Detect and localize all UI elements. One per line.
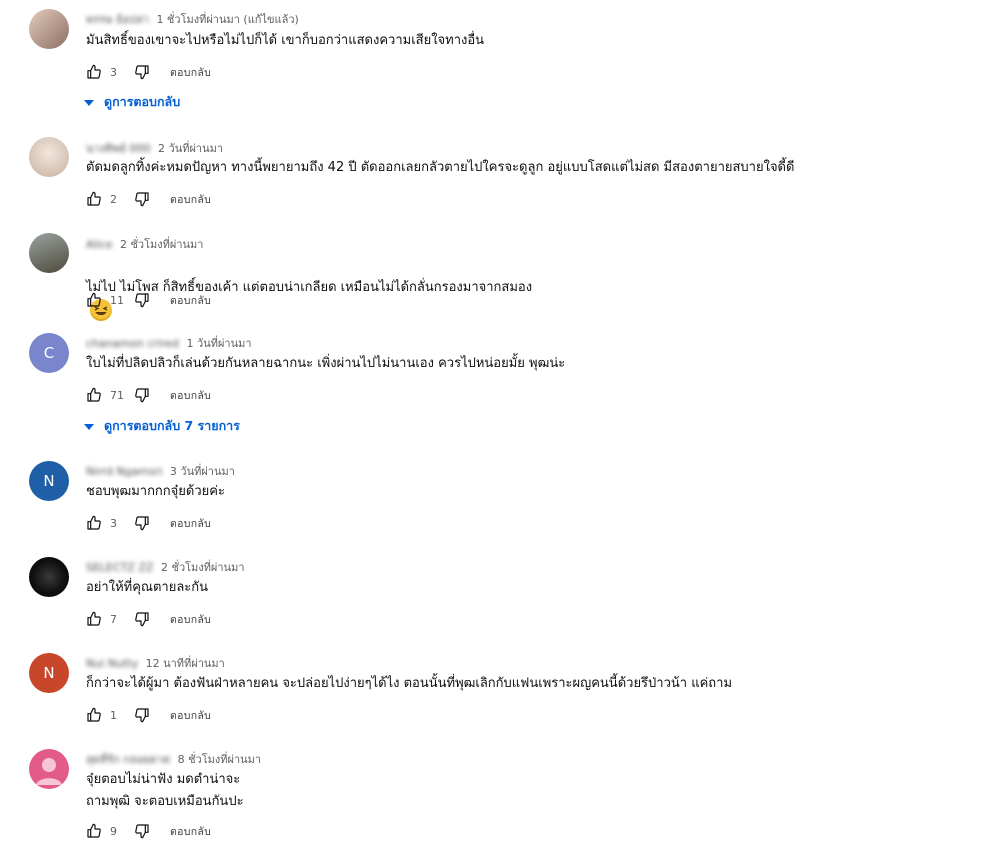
comment-text: ใบไม่ที่ปลิดปลิวก็เล่นด้วยกันหลายฉากนะ เ… <box>86 356 566 371</box>
dislike-icon[interactable] <box>134 823 150 839</box>
author-name[interactable]: Nui Nutty <box>86 657 138 670</box>
comment-actions: 2 ตอบกลับ <box>86 189 211 209</box>
comment-meta: นางทิพย์ 000 2 วันที่ผ่านมา <box>86 139 223 157</box>
comment-meta: Nirrd Ngamsri 3 วันที่ผ่านมา <box>86 462 235 480</box>
comment-meta: พรรษ อ้อปล่า 1 ชั่วโมงที่ผ่านมา (แก้ไขแล… <box>86 10 299 28</box>
comment-text: จุ๋ยตอบไม่น่าฟัง มดตำน่าจะ ถามพุฒิ จะตอบ… <box>86 772 244 809</box>
like-count: 1 <box>110 708 117 722</box>
avatar[interactable]: N <box>29 653 69 693</box>
like-icon[interactable] <box>86 823 102 839</box>
like-count: 71 <box>110 388 124 402</box>
like-icon[interactable] <box>86 515 102 531</box>
avatar[interactable] <box>29 557 69 597</box>
comment-meta: chanamon crired 1 วันที่ผ่านมา <box>86 334 252 352</box>
comment-actions: 11 ตอบกลับ <box>86 290 211 310</box>
like-icon[interactable] <box>86 387 102 403</box>
reply-button[interactable]: ตอบกลับ <box>170 707 211 724</box>
comment-meta: สุดที่รัก กลอยดาด 8 ชั่วโมงที่ผ่านมา <box>86 750 261 768</box>
comment-time[interactable]: 3 วันที่ผ่านมา <box>170 465 235 478</box>
avatar[interactable]: C <box>29 333 69 373</box>
comment-time[interactable]: 12 นาทีที่ผ่านมา <box>146 657 225 670</box>
comment-text: อย่าให้ที่คุณตายละกัน <box>86 580 209 595</box>
reply-button[interactable]: ตอบกลับ <box>170 515 211 532</box>
comment-meta: SELECTZ ZZ 2 ชั่วโมงที่ผ่านมา <box>86 558 245 576</box>
comment-text: ชอบพุฒมากกกจุ๋ยด้วยค่ะ <box>86 484 225 499</box>
comment-time[interactable]: 1 ชั่วโมงที่ผ่านมา (แก้ไขแล้ว) <box>156 13 298 26</box>
like-count: 7 <box>110 612 117 626</box>
comment-text: ตัดมดลูกทิ้งค่ะหมดปัญหา ทางนี้พยายามถึง … <box>86 160 795 175</box>
author-name[interactable]: Alice <box>86 238 112 251</box>
view-replies-label: ดูการตอบกลับ <box>104 94 181 109</box>
avatar[interactable]: N <box>29 461 69 501</box>
avatar[interactable] <box>29 749 69 789</box>
dislike-icon[interactable] <box>134 707 150 723</box>
like-count: 3 <box>110 516 117 530</box>
view-replies-label: ดูการตอบกลับ 7 รายการ <box>104 418 240 433</box>
reply-button[interactable]: ตอบกลับ <box>170 191 211 208</box>
like-count: 3 <box>110 65 117 79</box>
like-count: 2 <box>110 192 117 206</box>
comment-actions: 9 ตอบกลับ <box>86 821 211 841</box>
author-name[interactable]: สุดที่รัก กลอยดาด <box>86 750 170 768</box>
comment-actions: 3 ตอบกลับ <box>86 62 211 82</box>
avatar[interactable] <box>29 137 69 177</box>
author-name[interactable]: นางทิพย์ 000 <box>86 139 151 157</box>
dislike-icon[interactable] <box>134 191 150 207</box>
caret-down-icon <box>84 95 94 110</box>
author-name[interactable]: พรรษ อ้อปล่า <box>86 10 149 28</box>
avatar[interactable] <box>29 233 69 273</box>
reply-button[interactable]: ตอบกลับ <box>170 64 211 81</box>
like-count: 9 <box>110 824 117 838</box>
comment-meta: Alice 2 ชั่วโมงที่ผ่านมา <box>86 235 203 253</box>
author-name[interactable]: SELECTZ ZZ <box>86 561 154 574</box>
author-name[interactable]: Nirrd Ngamsri <box>86 465 162 478</box>
dislike-icon[interactable] <box>134 515 150 531</box>
avatar-letter: C <box>43 344 55 362</box>
comment-text: ก็กว่าจะได้ผู้มา ต้องฟันฝ่าหลายคน จะปล่อ… <box>86 676 733 691</box>
comment-meta: Nui Nutty 12 นาทีที่ผ่านมา <box>86 654 225 672</box>
reply-button[interactable]: ตอบกลับ <box>170 292 211 309</box>
person-silhouette-icon <box>36 758 62 785</box>
like-icon[interactable] <box>86 707 102 723</box>
reply-button[interactable]: ตอบกลับ <box>170 823 211 840</box>
caret-down-icon <box>84 419 94 434</box>
comment-time[interactable]: 2 ชั่วโมงที่ผ่านมา <box>161 561 245 574</box>
like-count: 11 <box>110 293 124 307</box>
author-name[interactable]: chanamon crired <box>86 337 179 350</box>
avatar-letter: N <box>43 664 55 682</box>
comment-actions: 3 ตอบกลับ <box>86 513 211 533</box>
reply-button[interactable]: ตอบกลับ <box>170 387 211 404</box>
comment-text: มันสิทธิ์ของเขาจะไปหรือไม่ไปก็ได้ เขาก็บ… <box>86 33 485 48</box>
dislike-icon[interactable] <box>134 611 150 627</box>
comment-actions: 1 ตอบกลับ <box>86 705 211 725</box>
reply-button[interactable]: ตอบกลับ <box>170 611 211 628</box>
avatar-letter: N <box>43 472 55 490</box>
dislike-icon[interactable] <box>134 292 150 308</box>
comment-text: ไม่ไป ไม่โพส ก็สิทธิ์ของเค้า แต่ตอบน่าเก… <box>86 255 532 322</box>
view-replies-button[interactable]: ดูการตอบกลับ <box>84 92 180 112</box>
comment-actions: 7 ตอบกลับ <box>86 609 211 629</box>
comment-time[interactable]: 1 วันที่ผ่านมา <box>187 337 252 350</box>
like-icon[interactable] <box>86 292 102 308</box>
comment-time[interactable]: 8 ชั่วโมงที่ผ่านมา <box>178 753 262 766</box>
like-icon[interactable] <box>86 191 102 207</box>
like-icon[interactable] <box>86 611 102 627</box>
comment-time[interactable]: 2 ชั่วโมงที่ผ่านมา <box>120 238 204 251</box>
comment-time[interactable]: 2 วันที่ผ่านมา <box>158 142 223 155</box>
like-icon[interactable] <box>86 64 102 80</box>
comment-actions: 71 ตอบกลับ <box>86 385 211 405</box>
dislike-icon[interactable] <box>134 64 150 80</box>
avatar[interactable] <box>29 9 69 49</box>
view-replies-button[interactable]: ดูการตอบกลับ 7 รายการ <box>84 416 240 436</box>
dislike-icon[interactable] <box>134 387 150 403</box>
